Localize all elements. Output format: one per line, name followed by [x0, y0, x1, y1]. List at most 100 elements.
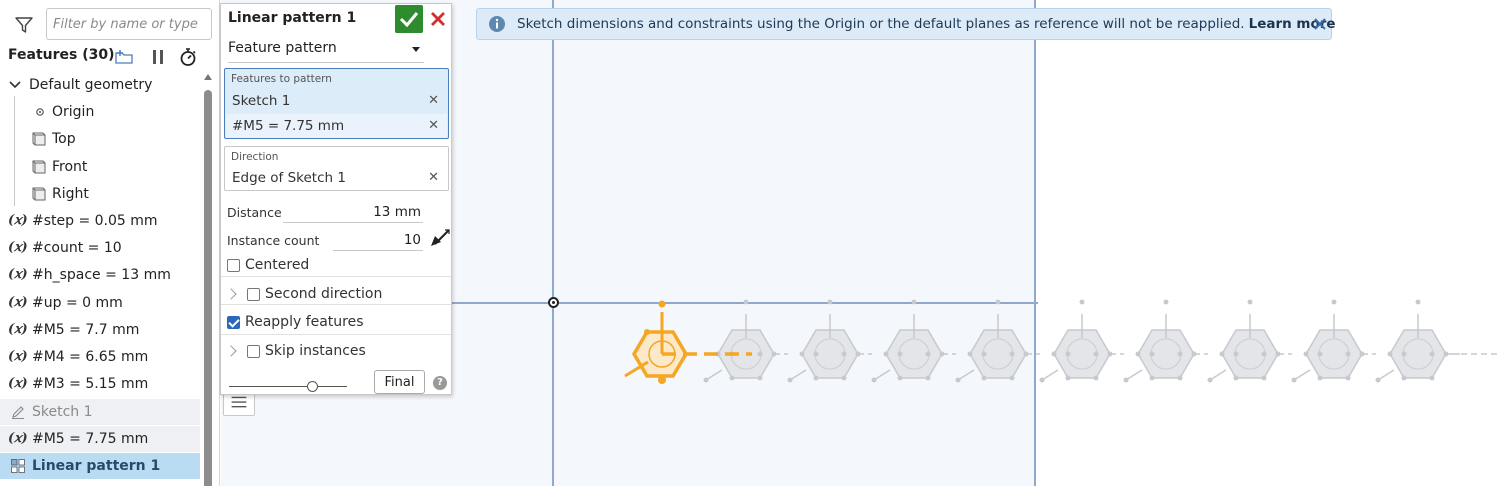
filter-input[interactable] — [46, 8, 212, 40]
chevron-right-icon[interactable] — [225, 288, 237, 300]
close-icon[interactable] — [1313, 16, 1327, 32]
tree-item-variable[interactable]: (𝑥) #h_space = 13 mm — [0, 262, 200, 288]
filter-icon[interactable] — [14, 15, 34, 35]
variable-icon: (𝑥) — [8, 295, 28, 310]
feature-list-scrollbar[interactable] — [203, 72, 213, 486]
chevron-down-icon[interactable] — [7, 77, 23, 93]
tree-item-variable[interactable]: (𝑥) #M5 = 7.7 mm — [0, 317, 200, 343]
tree-item-default-geometry[interactable]: Default geometry — [0, 72, 200, 98]
origin-point-icon — [36, 108, 44, 116]
pattern-instance[interactable] — [870, 298, 957, 384]
pattern-instance[interactable] — [954, 298, 1041, 384]
tree-item-variable[interactable]: (𝑥) #M3 = 5.15 mm — [0, 371, 200, 397]
plane-edge-vertical[interactable] — [552, 0, 554, 486]
tree-item-label: #count = 10 — [32, 240, 122, 256]
tree-item-right-plane[interactable]: Right — [0, 181, 200, 207]
variable-icon: (𝑥) — [8, 240, 28, 255]
linear-pattern-dialog: Linear pattern 1 Feature pattern Feature… — [220, 3, 452, 395]
instance-count-label: Instance count — [227, 233, 320, 248]
scrollbar-thumb[interactable] — [204, 90, 212, 486]
slider-track[interactable] — [229, 386, 347, 387]
flip-direction-arrow-icon[interactable] — [429, 228, 451, 248]
pattern-instance[interactable] — [1206, 298, 1293, 384]
features-to-pattern-field[interactable]: Features to pattern Sketch 1 ✕ #M5 = 7.7… — [224, 68, 449, 139]
skip-instances-checkbox[interactable] — [247, 345, 260, 358]
info-icon — [489, 16, 505, 32]
centered-row[interactable]: Centered — [227, 255, 447, 277]
remove-selection-icon[interactable]: ✕ — [428, 114, 439, 138]
selection-item[interactable]: Sketch 1 ✕ — [226, 89, 447, 113]
variable-icon: (𝑥) — [8, 213, 28, 228]
distance-label: Distance — [227, 205, 282, 220]
final-button[interactable]: Final — [374, 370, 425, 394]
pattern-instance[interactable] — [1122, 298, 1209, 384]
variable-icon: (𝑥) — [8, 267, 28, 282]
pattern-instance[interactable] — [702, 298, 789, 384]
stopwatch-icon[interactable] — [178, 47, 198, 67]
pattern-instance[interactable] — [1290, 298, 1377, 384]
plane-icon — [32, 160, 46, 174]
tree-item-label: #M3 = 5.15 mm — [32, 376, 149, 392]
skip-instances-row[interactable]: Skip instances — [225, 341, 447, 363]
pattern-instance[interactable] — [1374, 298, 1461, 384]
help-icon[interactable]: ? — [433, 376, 447, 390]
scroll-up-arrow-icon[interactable] — [204, 74, 212, 80]
plane-icon — [32, 187, 46, 201]
reapply-features-row[interactable]: Reapply features — [227, 312, 447, 334]
pause-icon[interactable] — [148, 47, 168, 67]
features-title: Features (30) — [8, 47, 115, 63]
distance-input[interactable]: 13 mm — [283, 202, 423, 223]
centered-checkbox[interactable] — [227, 259, 240, 272]
tree-item-variable[interactable]: (𝑥) #up = 0 mm — [0, 290, 200, 316]
second-direction-row[interactable]: Second direction — [225, 284, 447, 306]
pattern-instance[interactable] — [1038, 298, 1125, 384]
field-caption: Direction — [231, 151, 279, 163]
variable-icon: (𝑥) — [8, 322, 28, 337]
banner-message-text: Sketch dimensions and constraints using … — [517, 16, 1245, 32]
tree-item-variable[interactable]: (𝑥) #step = 0.05 mm — [0, 208, 200, 234]
centered-label: Centered — [245, 257, 310, 273]
tree-item-label: Sketch 1 — [32, 404, 93, 420]
tree-item-label: #M5 = 7.7 mm — [32, 322, 140, 338]
selection-item[interactable]: #M5 = 7.75 mm ✕ — [226, 114, 447, 138]
sketch-pencil-icon — [12, 406, 24, 420]
caret-down-icon — [412, 47, 420, 52]
slider-knob[interactable] — [307, 381, 318, 392]
info-banner: Sketch dimensions and constraints using … — [476, 8, 1336, 40]
skip-instances-label: Skip instances — [265, 343, 366, 359]
rollback-slider[interactable] — [229, 380, 347, 394]
field-caption: Features to pattern — [231, 73, 332, 85]
selection-label: Sketch 1 — [232, 93, 291, 109]
selection-item[interactable]: Edge of Sketch 1 ✕ — [226, 166, 447, 190]
remove-selection-icon[interactable]: ✕ — [428, 89, 439, 113]
chevron-right-icon[interactable] — [225, 345, 237, 357]
reapply-features-checkbox[interactable] — [227, 316, 240, 329]
tree-item-label: Linear pattern 1 — [32, 458, 161, 474]
pattern-instance[interactable] — [786, 298, 873, 384]
tree-item-front-plane[interactable]: Front — [0, 154, 200, 180]
pattern-type-dropdown[interactable]: Feature pattern — [228, 37, 424, 63]
tree-item-variable[interactable]: (𝑥) #M4 = 6.65 mm — [0, 344, 200, 370]
plane-icon — [32, 132, 46, 146]
direction-field[interactable]: Direction Edge of Sketch 1 ✕ — [224, 146, 449, 191]
variable-icon: (𝑥) — [8, 431, 28, 446]
cancel-x-icon[interactable] — [427, 8, 449, 30]
filter-row — [0, 6, 220, 42]
tree-item-label: Front — [52, 159, 88, 175]
second-direction-label: Second direction — [265, 286, 383, 302]
instance-count-input[interactable]: 10 — [333, 230, 423, 251]
tree-item-top-plane[interactable]: Top — [0, 126, 200, 152]
distance-row: Distance 13 mm — [227, 201, 423, 223]
add-folder-icon[interactable] — [114, 47, 134, 67]
accept-check-icon[interactable] — [395, 5, 423, 33]
tree-item-variable[interactable]: (𝑥) #M5 = 7.75 mm — [0, 426, 200, 452]
tree-item-label: Origin — [52, 104, 95, 120]
tree-item-origin[interactable]: Origin — [0, 99, 200, 125]
tree-item-variable[interactable]: (𝑥) #count = 10 — [0, 235, 200, 261]
tree-item-sketch[interactable]: Sketch 1 — [0, 399, 200, 425]
tree-item-linear-pattern[interactable]: Linear pattern 1 — [0, 453, 200, 479]
second-direction-checkbox[interactable] — [247, 288, 260, 301]
remove-selection-icon[interactable]: ✕ — [428, 166, 439, 190]
tree-item-label: Right — [52, 186, 89, 202]
tree-item-label: Top — [52, 131, 76, 147]
